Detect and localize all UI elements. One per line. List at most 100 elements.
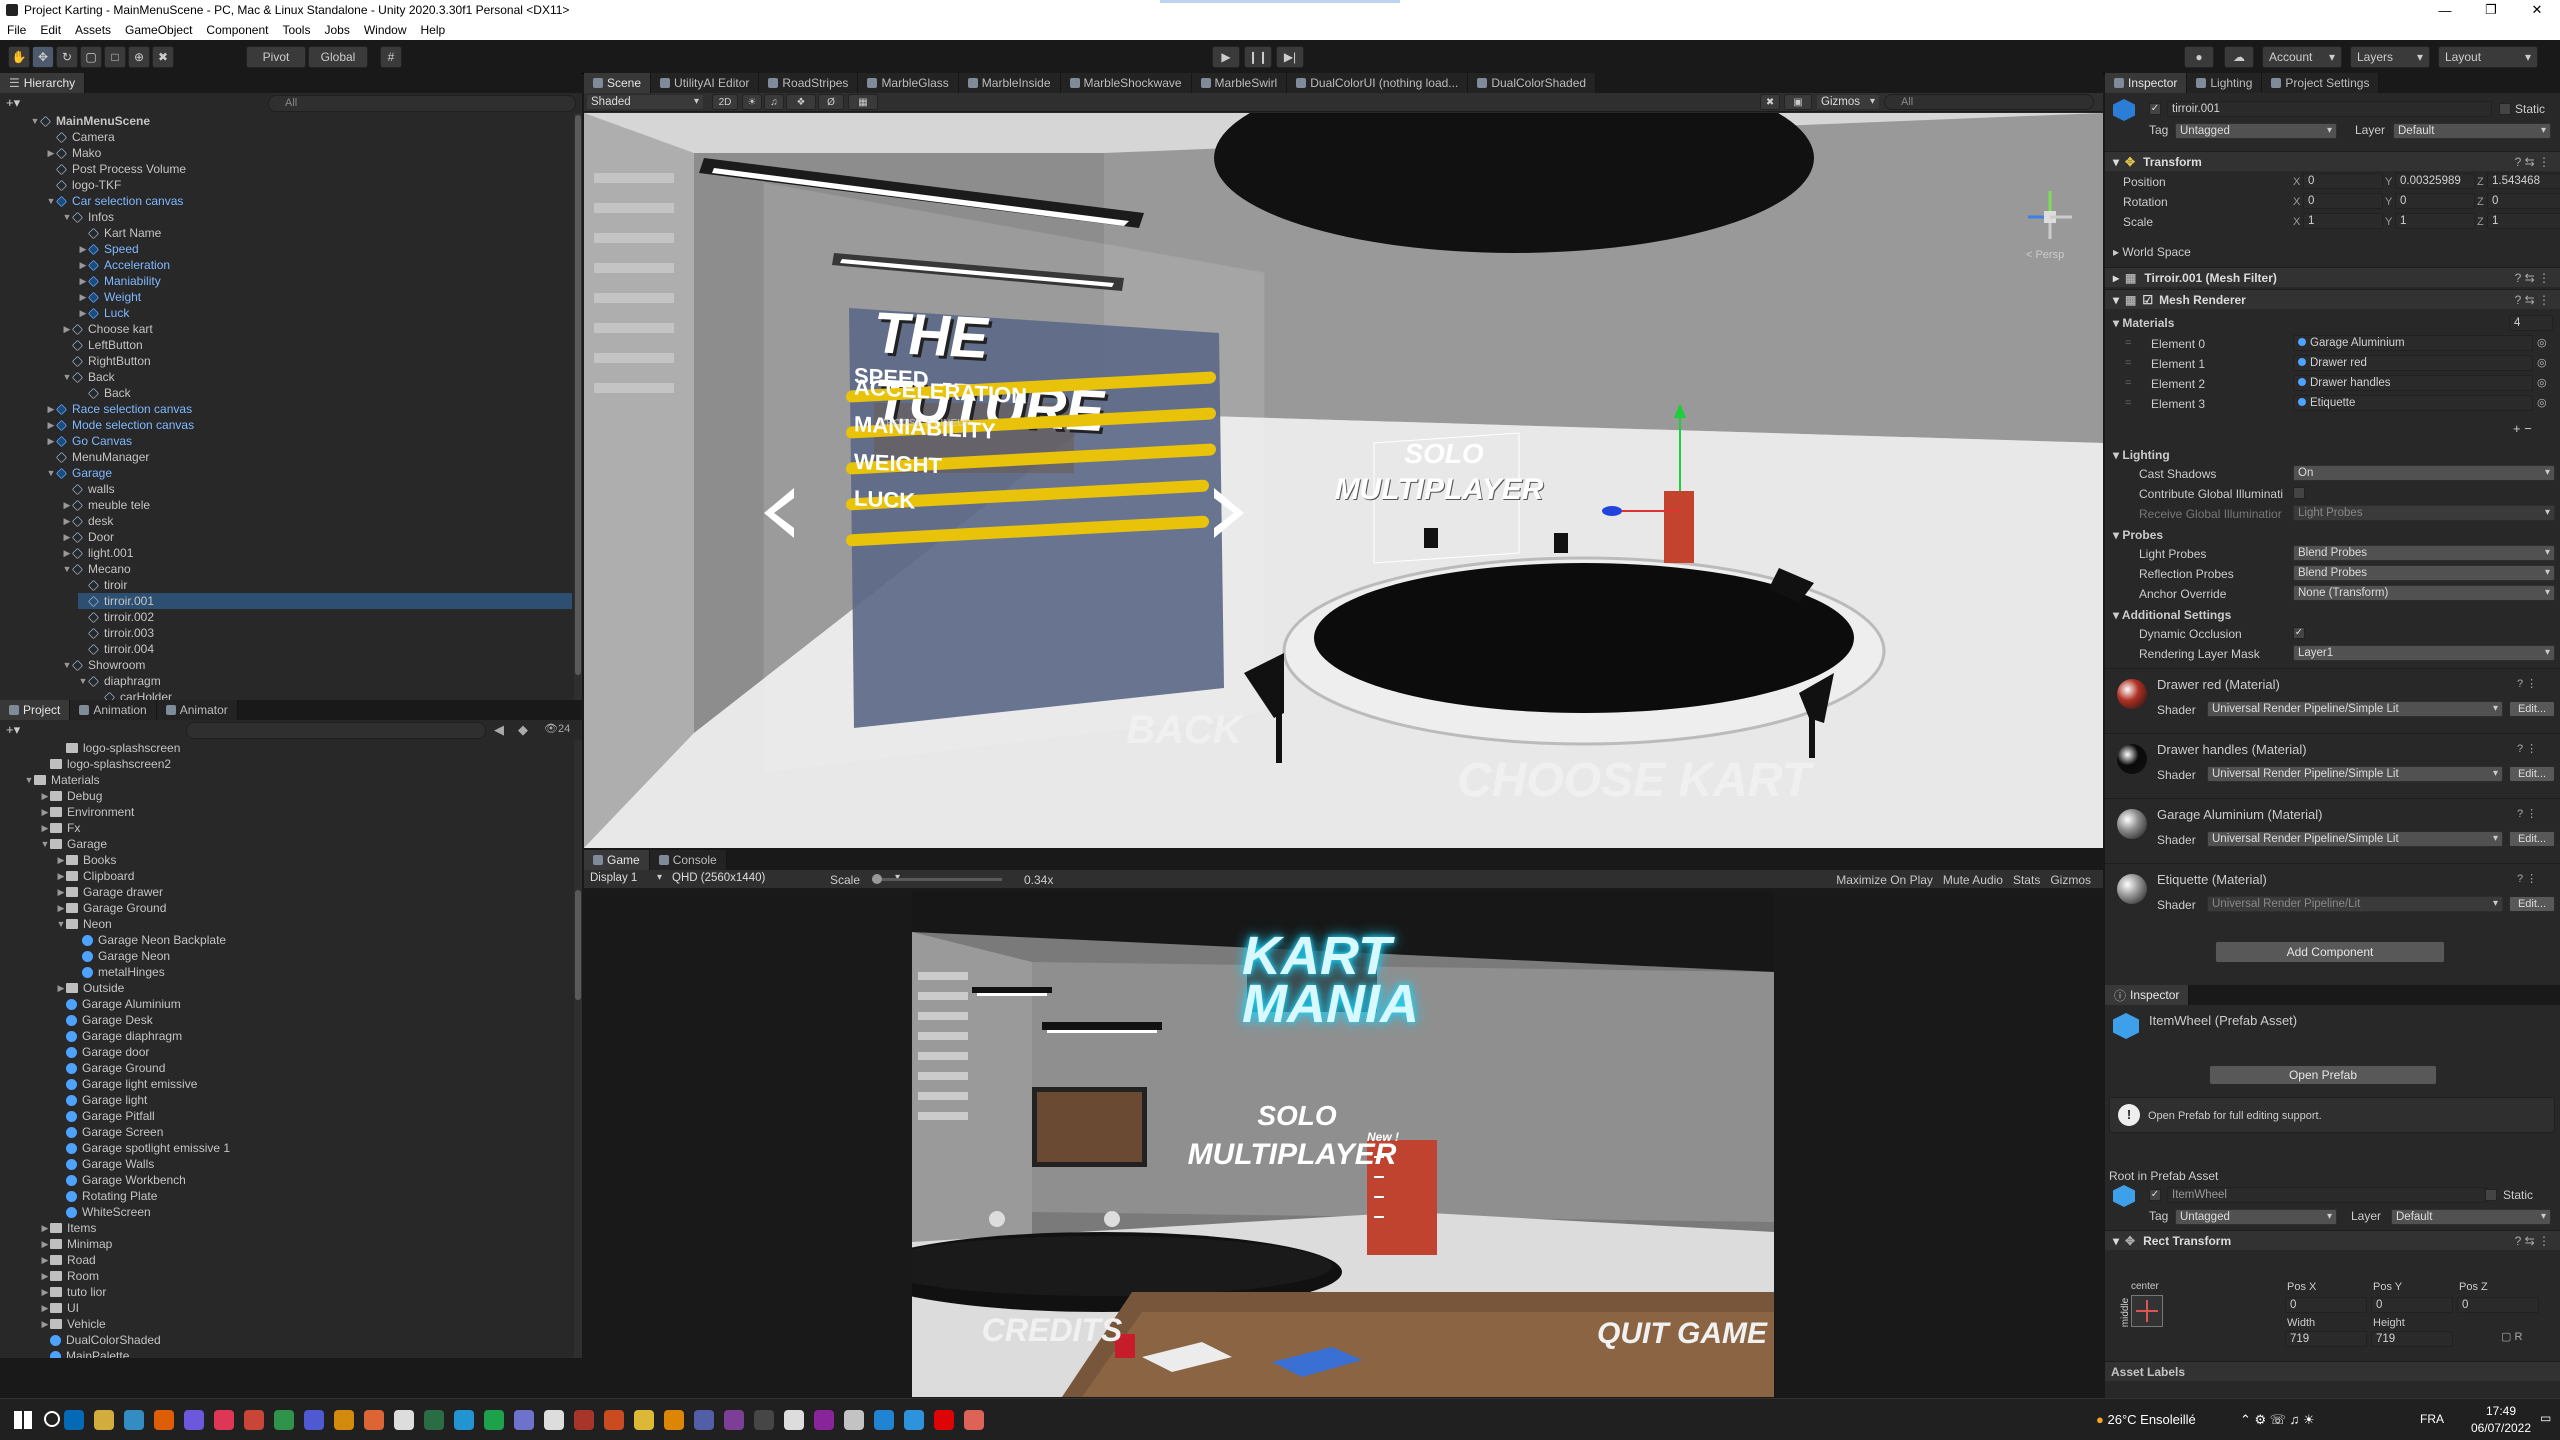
- expand-arrow-icon[interactable]: ▼: [46, 468, 56, 478]
- setting-dropdown[interactable]: Layer1: [2293, 645, 2555, 661]
- tab-lighting[interactable]: Lighting: [2187, 73, 2263, 93]
- expand-arrow-icon[interactable]: ▶: [78, 308, 88, 319]
- taskbar-app-icon[interactable]: [634, 1410, 654, 1430]
- mesh-filter-header[interactable]: ▸ ▦ Tirroir.001 (Mesh Filter) ? ⇆ ⋮: [2105, 267, 2560, 287]
- hierarchy-item[interactable]: ▶ Mako: [46, 145, 572, 161]
- project-item[interactable]: MainPalette: [40, 1348, 570, 1358]
- project-item[interactable]: Garage diaphragm: [56, 1028, 570, 1044]
- add-remove-element[interactable]: + −: [2513, 421, 2532, 436]
- taskbar-app-icon[interactable]: [784, 1410, 804, 1430]
- taskbar-app-icon[interactable]: [454, 1410, 474, 1430]
- expand-arrow-icon[interactable]: ▶: [62, 548, 72, 559]
- anchor-preset-button[interactable]: [2131, 1295, 2163, 1327]
- project-scrollbar[interactable]: [574, 740, 582, 1358]
- root-name-field[interactable]: ItemWheel: [2167, 1187, 2487, 1203]
- hierarchy-item[interactable]: ▶ Mode selection canvas: [46, 417, 572, 433]
- setting-dropdown[interactable]: None (Transform): [2293, 585, 2555, 601]
- shader-dropdown[interactable]: Universal Render Pipeline/Simple Lit: [2207, 831, 2503, 847]
- taskbar-app-icon[interactable]: [184, 1410, 204, 1430]
- 2d-toggle[interactable]: 2D: [712, 94, 738, 110]
- game-viewport[interactable]: KART MANIA SOLO MULTIPLAYER New ! CREDIT…: [912, 892, 1774, 1397]
- object-name-field[interactable]: tirroir.001: [2167, 101, 2492, 117]
- projection-label[interactable]: < Persp: [2026, 249, 2064, 261]
- collab-icon[interactable]: ●: [2184, 46, 2214, 68]
- taskbar-app-icon[interactable]: [724, 1410, 744, 1430]
- expand-arrow-icon[interactable]: ▶: [40, 1271, 50, 1282]
- tray-icons[interactable]: ⌃ ⚙ ☏ ♫ ☀: [2240, 1412, 2315, 1428]
- posz-field[interactable]: 0: [2457, 1297, 2539, 1313]
- drag-handle-icon[interactable]: =: [2125, 337, 2131, 349]
- drag-handle-icon[interactable]: =: [2125, 357, 2131, 369]
- hierarchy-item[interactable]: Back: [78, 385, 572, 401]
- project-item[interactable]: Garage Walls: [56, 1156, 570, 1172]
- hierarchy-item[interactable]: ▼ Showroom: [62, 657, 572, 673]
- taskbar-app-icon[interactable]: [214, 1410, 234, 1430]
- component-menu-icon[interactable]: ? ⇆ ⋮: [2515, 293, 2550, 307]
- game-control-maximize-on-play[interactable]: Maximize On Play: [1836, 873, 1933, 887]
- expand-arrow-icon[interactable]: ▶: [40, 823, 50, 834]
- taskbar-app-icon[interactable]: [814, 1410, 834, 1430]
- expand-arrow-icon[interactable]: ▶: [62, 516, 72, 527]
- component-menu-icon[interactable]: ? ⋮: [2517, 677, 2537, 690]
- expand-arrow-icon[interactable]: ▶: [56, 855, 66, 866]
- maximize-icon[interactable]: ❐: [2468, 2, 2514, 18]
- taskbar-app-icon[interactable]: [364, 1410, 384, 1430]
- hierarchy-item[interactable]: tirroir.002: [78, 609, 572, 625]
- taskbar-app-icon[interactable]: [394, 1410, 414, 1430]
- probes-section[interactable]: ▾ Probes: [2113, 528, 2163, 542]
- move-tool-icon[interactable]: ✥: [32, 46, 54, 68]
- hierarchy-item[interactable]: ▶ light.001: [62, 545, 572, 561]
- layout-dropdown[interactable]: Layout ▾: [2438, 46, 2538, 68]
- setting-checkbox[interactable]: [2293, 487, 2305, 499]
- expand-arrow-icon[interactable]: ▶: [40, 1239, 50, 1250]
- hierarchy-item[interactable]: ▶ Maniability: [78, 273, 572, 289]
- project-item[interactable]: Garage Aluminium: [56, 996, 570, 1012]
- hierarchy-item[interactable]: ▼ Back: [62, 369, 572, 385]
- project-item[interactable]: metalHinges: [72, 964, 570, 980]
- project-item[interactable]: ▶ Road: [40, 1252, 570, 1268]
- setting-dropdown[interactable]: Light Probes: [2293, 505, 2555, 521]
- expand-arrow-icon[interactable]: ▶: [40, 1287, 50, 1298]
- project-item[interactable]: ▼ Materials: [24, 772, 570, 788]
- blueprint-raw-buttons[interactable]: ▢ R: [2501, 1330, 2549, 1346]
- project-item[interactable]: Garage light emissive: [56, 1076, 570, 1092]
- width-field[interactable]: 719: [2285, 1331, 2367, 1347]
- grid-snap-icon[interactable]: #: [380, 46, 402, 68]
- menu-item-window[interactable]: Window: [357, 23, 414, 37]
- menu-item-gameobject[interactable]: GameObject: [118, 23, 199, 37]
- play-button[interactable]: ▶: [1212, 46, 1240, 68]
- mesh-renderer-header[interactable]: ▾ ▦ ☑ Mesh Renderer ? ⇆ ⋮: [2105, 289, 2560, 309]
- project-item[interactable]: Garage Neon Backplate: [72, 932, 570, 948]
- hand-tool-icon[interactable]: ✋: [8, 46, 30, 68]
- hierarchy-item[interactable]: ▼ Infos: [62, 209, 572, 225]
- rect-transform-header[interactable]: ▾ ✥ Rect Transform ? ⇆ ⋮: [2105, 1230, 2560, 1250]
- taskbar-app-icon[interactable]: [244, 1410, 264, 1430]
- element-field[interactable]: Drawer handles: [2293, 375, 2533, 391]
- object-picker-icon[interactable]: ◎: [2537, 356, 2547, 369]
- taskbar-app-icon[interactable]: [514, 1410, 534, 1430]
- tab-project[interactable]: Project: [0, 700, 71, 720]
- hierarchy-item[interactable]: tirroir.003: [78, 625, 572, 641]
- hierarchy-item[interactable]: tirroir.001: [78, 593, 572, 609]
- layers-dropdown[interactable]: Layers ▾: [2350, 46, 2430, 68]
- tab-marbleinside[interactable]: MarbleInside: [958, 73, 1061, 93]
- project-item[interactable]: ▶ Minimap: [40, 1236, 570, 1252]
- project-item[interactable]: ▶ UI: [40, 1300, 570, 1316]
- expand-arrow-icon[interactable]: ▼: [62, 564, 72, 574]
- expand-arrow-icon[interactable]: ▶: [78, 292, 88, 303]
- expand-arrow-icon[interactable]: ▼: [56, 919, 66, 929]
- hierarchy-item[interactable]: ▶ Choose kart: [62, 321, 572, 337]
- expand-arrow-icon[interactable]: ▶: [40, 807, 50, 818]
- project-item[interactable]: Garage Desk: [56, 1012, 570, 1028]
- tab-dualcolorshaded[interactable]: DualColorShaded: [1468, 73, 1597, 93]
- project-item[interactable]: ▶ Environment: [40, 804, 570, 820]
- static-checkbox[interactable]: [2499, 103, 2511, 115]
- transform-position-z[interactable]: 1.543468: [2487, 173, 2560, 189]
- step-button[interactable]: ▶|: [1276, 46, 1304, 68]
- menu-item-file[interactable]: File: [0, 23, 33, 37]
- project-item[interactable]: Garage Workbench: [56, 1172, 570, 1188]
- axis-gizmo[interactable]: [2020, 187, 2080, 247]
- tag-icon[interactable]: ◆: [518, 722, 532, 737]
- expand-arrow-icon[interactable]: ▼: [62, 372, 72, 382]
- taskbar-app-icon[interactable]: [124, 1410, 144, 1430]
